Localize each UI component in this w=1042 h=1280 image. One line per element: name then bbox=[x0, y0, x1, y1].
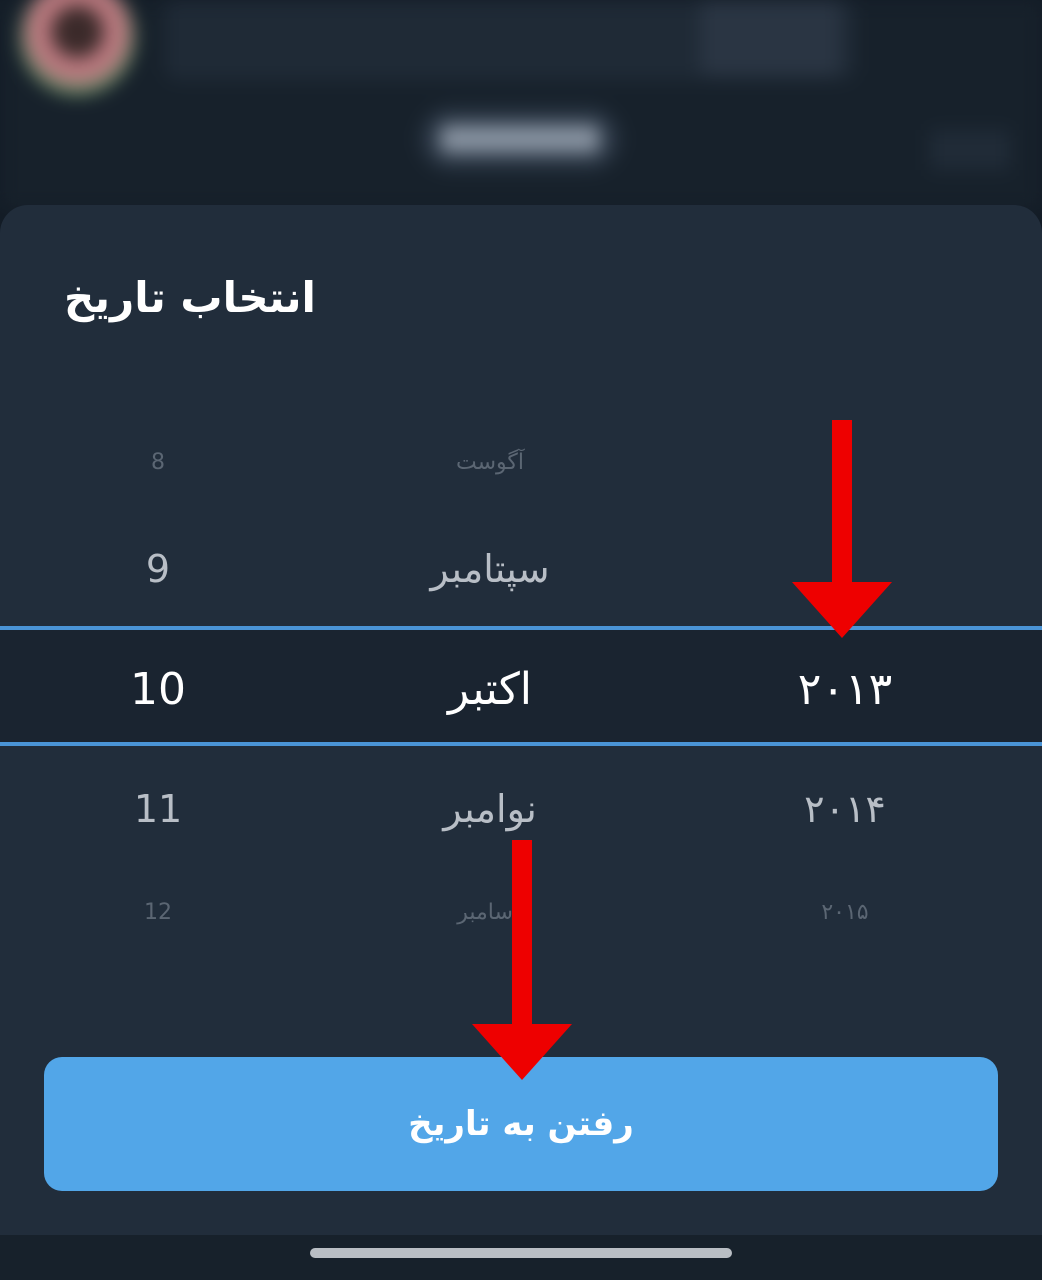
year-option[interactable]: ۲۰۱۵ bbox=[760, 902, 930, 924]
day-selected[interactable]: 10 bbox=[98, 668, 218, 712]
avatar bbox=[20, 0, 135, 95]
arrow-down-icon bbox=[472, 840, 572, 1086]
month-selected[interactable]: اکتبر bbox=[340, 668, 640, 712]
month-option[interactable]: آگوست bbox=[340, 452, 640, 474]
blurred-date-pill-text bbox=[440, 125, 600, 153]
blurred-info-box bbox=[700, 0, 840, 75]
day-option[interactable]: 11 bbox=[98, 790, 218, 828]
day-option[interactable]: 9 bbox=[98, 550, 218, 588]
year-option[interactable]: ۲۰۱۴ bbox=[760, 790, 930, 828]
dialog-title: انتخاب تاریخ bbox=[64, 273, 316, 322]
year-selected[interactable]: ۲۰۱۳ bbox=[760, 668, 930, 712]
screen: انتخاب تاریخ 8 9 10 11 12 آگوست سپتامبر … bbox=[0, 0, 1042, 1280]
month-option[interactable]: نوامبر bbox=[340, 790, 640, 828]
day-option[interactable]: 8 bbox=[98, 452, 218, 474]
day-option[interactable]: 12 bbox=[98, 902, 218, 924]
arrow-down-icon bbox=[792, 420, 892, 638]
blurred-chat-header bbox=[0, 0, 1042, 210]
month-option[interactable]: سپتامبر bbox=[340, 550, 640, 588]
home-indicator[interactable] bbox=[310, 1248, 732, 1258]
blurred-corner bbox=[930, 130, 1010, 170]
